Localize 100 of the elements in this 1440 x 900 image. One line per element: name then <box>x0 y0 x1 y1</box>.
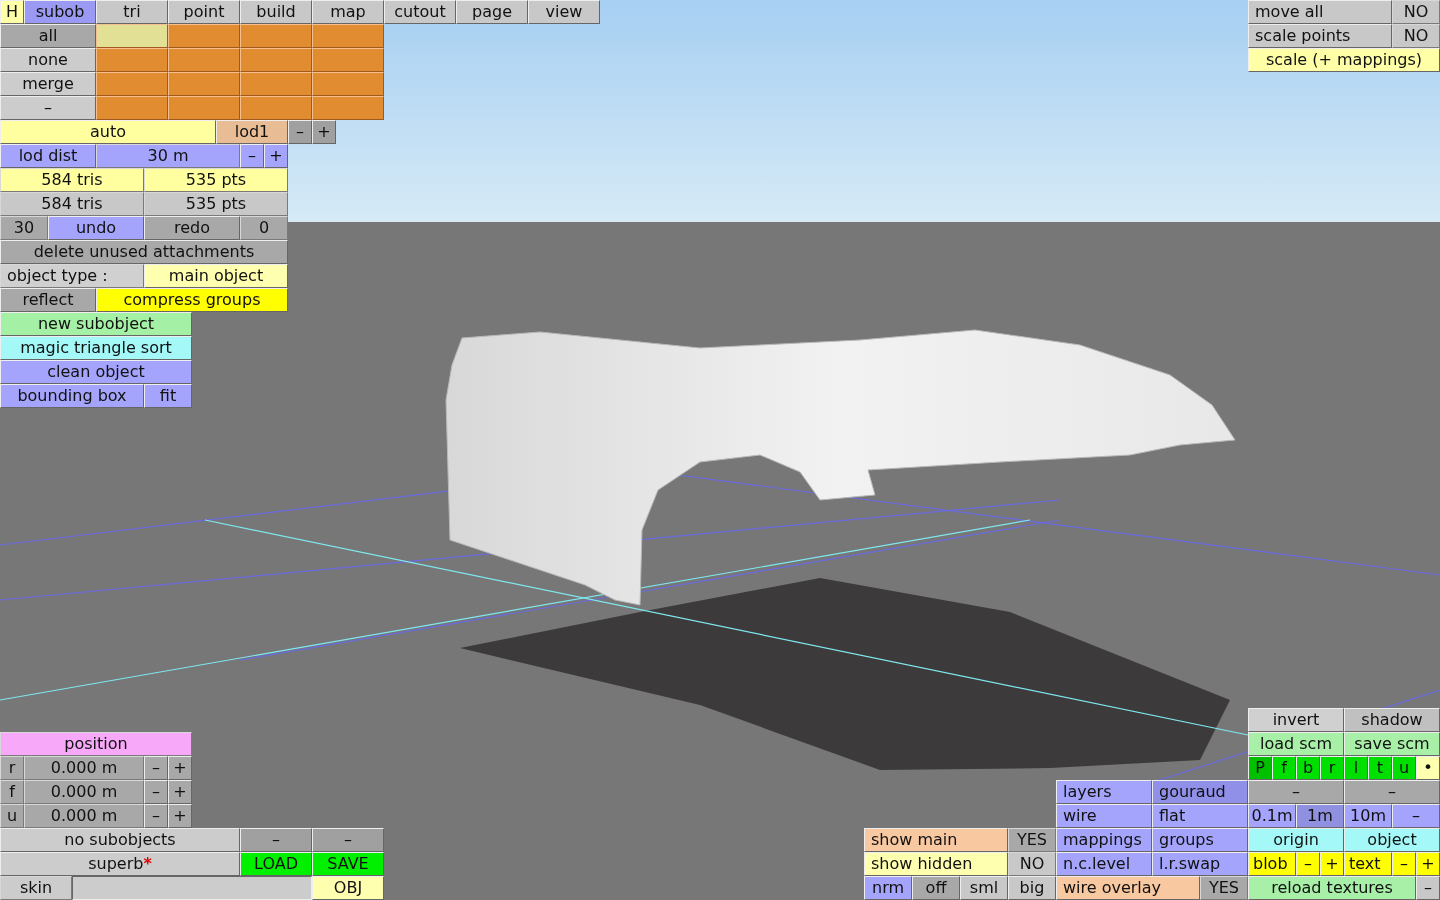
color-swatch[interactable] <box>312 24 384 48</box>
tab[interactable]: cutout <box>384 0 456 24</box>
panel-button[interactable]: wire overlay <box>1056 876 1200 900</box>
panel-button[interactable]: – <box>312 828 384 852</box>
panel-button[interactable]: save scm <box>1344 732 1440 756</box>
help-button[interactable]: H <box>0 0 24 24</box>
panel-button[interactable]: groups <box>1152 828 1248 852</box>
panel-button[interactable]: – <box>1248 780 1344 804</box>
panel-button[interactable]: move all <box>1248 0 1392 24</box>
color-swatch[interactable] <box>96 96 168 120</box>
panel-button[interactable]: l.r.swap <box>1152 852 1248 876</box>
panel-button[interactable]: + <box>312 120 336 144</box>
text-field[interactable] <box>72 876 312 900</box>
panel-button[interactable]: origin <box>1248 828 1344 852</box>
tab[interactable]: build <box>240 0 312 24</box>
panel-button[interactable]: flat <box>1152 804 1248 828</box>
panel-button[interactable]: none <box>0 48 96 72</box>
panel-button[interactable]: redo <box>144 216 240 240</box>
panel-button[interactable]: – <box>1392 852 1416 876</box>
panel-button[interactable]: text <box>1344 852 1392 876</box>
panel-button[interactable]: object <box>1344 828 1440 852</box>
panel-button[interactable]: – <box>1296 852 1320 876</box>
panel-button[interactable]: auto <box>0 120 216 144</box>
panel-button[interactable]: – <box>240 828 312 852</box>
panel-button[interactable]: + <box>168 780 192 804</box>
panel-button[interactable]: magic triangle sort <box>0 336 192 360</box>
panel-button[interactable]: shadow <box>1344 708 1440 732</box>
panel-button[interactable]: + <box>168 804 192 828</box>
panel-button[interactable]: + <box>1416 852 1440 876</box>
panel-button[interactable]: off <box>912 876 960 900</box>
color-swatch[interactable] <box>168 48 240 72</box>
panel-button[interactable]: show main <box>864 828 1008 852</box>
panel-button[interactable]: – <box>144 756 168 780</box>
panel-button[interactable]: + <box>1320 852 1344 876</box>
color-swatch[interactable] <box>240 72 312 96</box>
color-swatch[interactable] <box>240 96 312 120</box>
panel-button[interactable]: bounding box <box>0 384 144 408</box>
panel-button[interactable]: gouraud <box>1152 780 1248 804</box>
color-swatch[interactable] <box>168 72 240 96</box>
panel-button[interactable]: merge <box>0 72 96 96</box>
panel-button[interactable]: – <box>144 804 168 828</box>
panel-button[interactable]: LOAD <box>240 852 312 876</box>
panel-button[interactable]: clean object <box>0 360 192 384</box>
panel-button[interactable]: P <box>1248 756 1272 780</box>
panel-button[interactable]: n.c.level <box>1056 852 1152 876</box>
panel-button[interactable]: • <box>1416 756 1440 780</box>
panel-button[interactable]: mappings <box>1056 828 1152 852</box>
panel-button[interactable]: invert <box>1248 708 1344 732</box>
panel-button[interactable]: u <box>1392 756 1416 780</box>
panel-button[interactable]: SAVE <box>312 852 384 876</box>
panel-button[interactable]: layers <box>1056 780 1152 804</box>
color-swatch[interactable] <box>168 24 240 48</box>
panel-button[interactable]: compress groups <box>96 288 288 312</box>
panel-button[interactable]: lod dist <box>0 144 96 168</box>
tab[interactable]: subob <box>24 0 96 24</box>
panel-button[interactable]: big <box>1008 876 1056 900</box>
panel-button[interactable]: main object <box>144 264 288 288</box>
color-swatch[interactable] <box>312 48 384 72</box>
panel-button[interactable]: undo <box>48 216 144 240</box>
color-swatch[interactable] <box>312 96 384 120</box>
panel-button[interactable]: f <box>1272 756 1296 780</box>
panel-button[interactable]: – <box>1392 804 1440 828</box>
panel-button[interactable]: fit <box>144 384 192 408</box>
panel-button[interactable]: show hidden <box>864 852 1008 876</box>
panel-button[interactable]: 0.1m <box>1248 804 1296 828</box>
color-swatch[interactable] <box>312 72 384 96</box>
panel-button[interactable]: lod1 <box>216 120 288 144</box>
panel-button[interactable]: t <box>1368 756 1392 780</box>
color-swatch[interactable] <box>240 48 312 72</box>
panel-button[interactable]: OBJ <box>312 876 384 900</box>
panel-button[interactable]: – <box>240 144 264 168</box>
color-swatch[interactable] <box>96 48 168 72</box>
panel-button[interactable]: all <box>0 24 96 48</box>
panel-button[interactable]: + <box>168 756 192 780</box>
panel-button[interactable]: r <box>1320 756 1344 780</box>
panel-button[interactable]: – <box>144 780 168 804</box>
panel-button[interactable]: wire <box>1056 804 1152 828</box>
panel-button[interactable]: superb* <box>0 852 240 876</box>
panel-button[interactable]: reflect <box>0 288 96 312</box>
panel-button[interactable]: – <box>0 96 96 120</box>
panel-button[interactable]: reload textures <box>1248 876 1416 900</box>
panel-button[interactable]: – <box>288 120 312 144</box>
panel-button[interactable]: scale (+ mappings) <box>1248 48 1440 72</box>
panel-button[interactable]: nrm <box>864 876 912 900</box>
color-swatch[interactable] <box>168 96 240 120</box>
panel-button[interactable]: no subobjects <box>0 828 240 852</box>
panel-button[interactable]: 10m <box>1344 804 1392 828</box>
color-swatch[interactable] <box>240 24 312 48</box>
panel-button[interactable]: blob <box>1248 852 1296 876</box>
panel-button[interactable]: l <box>1344 756 1368 780</box>
tab[interactable]: map <box>312 0 384 24</box>
panel-button[interactable]: b <box>1296 756 1320 780</box>
panel-button[interactable]: sml <box>960 876 1008 900</box>
panel-button[interactable]: – <box>1416 876 1440 900</box>
tab[interactable]: page <box>456 0 528 24</box>
panel-button[interactable]: + <box>264 144 288 168</box>
tab[interactable]: tri <box>96 0 168 24</box>
tab[interactable]: view <box>528 0 600 24</box>
panel-button[interactable]: delete unused attachments <box>0 240 288 264</box>
panel-button[interactable]: scale points <box>1248 24 1392 48</box>
